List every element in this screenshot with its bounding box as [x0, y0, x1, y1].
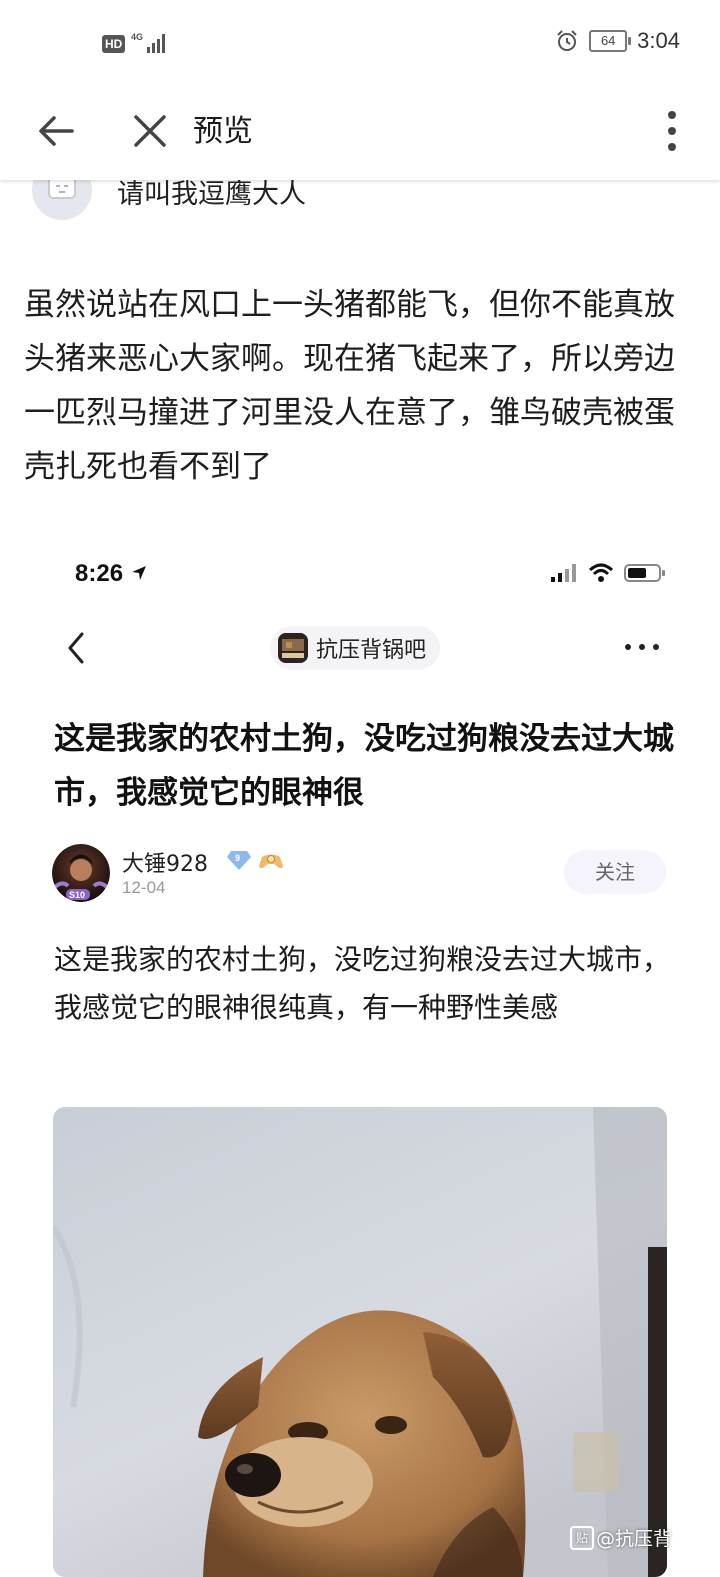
- more-vertical-icon: [668, 111, 676, 151]
- status-right: 64 3:04: [555, 28, 680, 54]
- forum-name: 抗压背锅吧: [316, 638, 427, 663]
- wifi-icon: [588, 563, 614, 582]
- embedded-status-icons: [550, 562, 666, 584]
- close-icon: [134, 115, 166, 147]
- tieba-logo-icon: 贴: [570, 1525, 594, 1550]
- arrow-left-icon: [39, 116, 74, 146]
- back-button[interactable]: [32, 107, 80, 155]
- poster-avatar[interactable]: S10: [52, 844, 110, 902]
- forum-pill[interactable]: 抗压背锅吧: [270, 626, 441, 670]
- comment-text: 虽然说站在风口上一头猪都能飞，但你不能真放头猪来恶心大家啊。现在猪飞起来了，所以…: [24, 287, 675, 485]
- poster-name[interactable]: 大锤928: [122, 846, 208, 878]
- more-options-button[interactable]: [650, 106, 694, 156]
- top-app-bar: 预览: [0, 80, 720, 180]
- post-title: 这是我家的农村土狗，没吃过狗粮没去过大城市，我感觉它的眼神很: [54, 721, 674, 811]
- embedded-back-button[interactable]: [60, 626, 92, 670]
- location-arrow-icon: [131, 566, 146, 580]
- more-horizontal-icon: [625, 644, 659, 650]
- post-date: 12-04: [122, 878, 166, 897]
- follow-button[interactable]: 关注: [564, 850, 666, 894]
- avatar-frame-tag: S10: [69, 890, 85, 900]
- svg-text:4G: 4G: [131, 32, 143, 42]
- alarm-clock-icon: [557, 30, 577, 51]
- game-controller-icon: [258, 851, 284, 875]
- embedded-more-button[interactable]: [622, 632, 662, 662]
- watermark-text: @抗压背: [596, 1528, 673, 1550]
- embedded-battery-icon: [624, 564, 665, 582]
- puppy-image: [53, 1107, 667, 1577]
- chevron-left-icon: [68, 632, 84, 664]
- close-button[interactable]: [126, 107, 174, 155]
- hd-badge: HD: [102, 34, 126, 53]
- network-indicator: HD 4G: [102, 31, 170, 55]
- level-badge: 9: [226, 849, 252, 875]
- post-body: 这是我家的农村土狗，没吃过狗粮没去过大城市，我感觉它的眼神很纯真，有一种野性美感: [54, 943, 671, 1024]
- signal-icon: 4G: [131, 32, 166, 53]
- embedded-status-time: 8:26: [75, 560, 148, 588]
- cellular-signal-icon: [551, 564, 576, 582]
- page-title: 预览: [193, 114, 253, 149]
- battery-indicator: 64: [589, 30, 632, 52]
- post-photo[interactable]: [53, 1107, 667, 1577]
- watermark: 贴 @抗压背: [570, 1524, 672, 1551]
- status-time: 3:04: [637, 28, 680, 53]
- forum-avatar-icon: [278, 633, 308, 663]
- svg-text:9: 9: [235, 853, 240, 863]
